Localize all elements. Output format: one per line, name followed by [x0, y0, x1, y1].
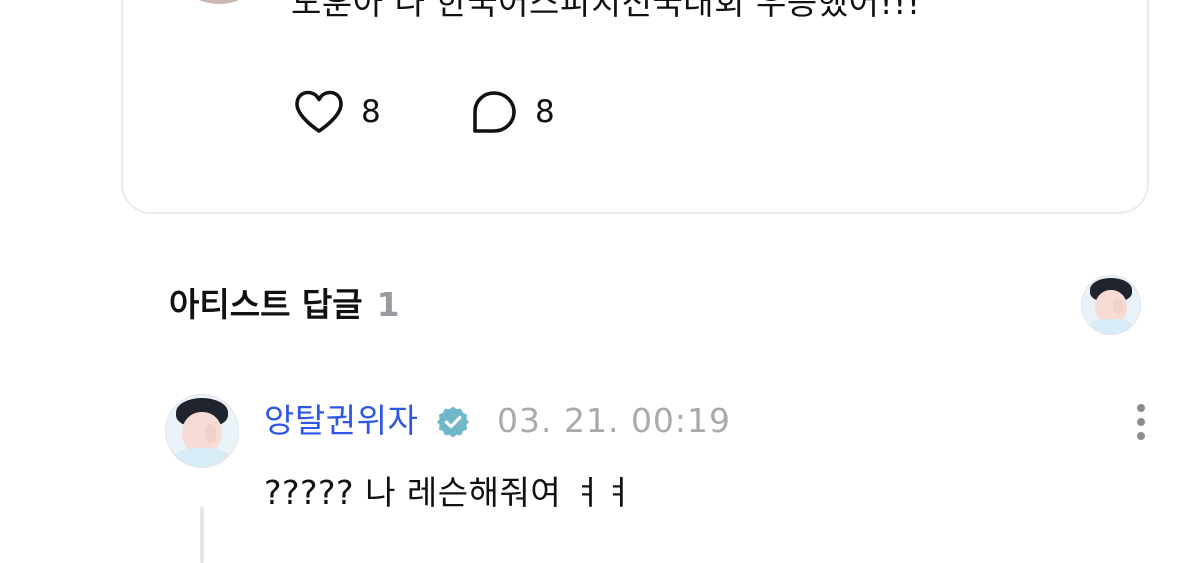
artist-replies-count: 1 — [376, 285, 400, 324]
like-count: 8 — [361, 94, 381, 130]
reply-author-avatar[interactable] — [166, 395, 238, 467]
fan-community-page: 도훈아 나 한국어스피치전국대회 우승했어!!! 8 8 아티스트 답글 1 앙… — [0, 0, 1200, 563]
post-text: 도훈아 나 한국어스피치전국대회 우승했어!!! — [291, 0, 921, 22]
post-card: 도훈아 나 한국어스피치전국대회 우승했어!!! 8 8 — [121, 0, 1149, 214]
speech-bubble-icon — [473, 91, 516, 133]
post-actions: 8 8 — [293, 90, 555, 134]
more-vertical-icon[interactable] — [1126, 400, 1156, 444]
heart-outline-icon — [295, 90, 343, 133]
reply-timestamp: 03. 21. 00:19 — [497, 401, 732, 440]
reply-author-name[interactable]: 앙탈권위자 — [264, 398, 418, 444]
artist-avatar-small[interactable] — [1082, 276, 1140, 334]
like-button[interactable]: 8 — [293, 89, 469, 135]
post-author-avatar[interactable] — [171, 0, 267, 4]
artist-replies-label: 아티스트 답글 — [169, 285, 363, 324]
comment-button[interactable]: 8 — [469, 89, 555, 135]
artist-replies-title: 아티스트 답글 1 — [169, 282, 400, 328]
reply-text: ????? 나 레슨해줘여 ㅕㅕ — [264, 473, 634, 512]
thread-line — [200, 506, 204, 563]
comment-count: 8 — [535, 94, 555, 130]
verified-badge-icon — [437, 406, 469, 438]
